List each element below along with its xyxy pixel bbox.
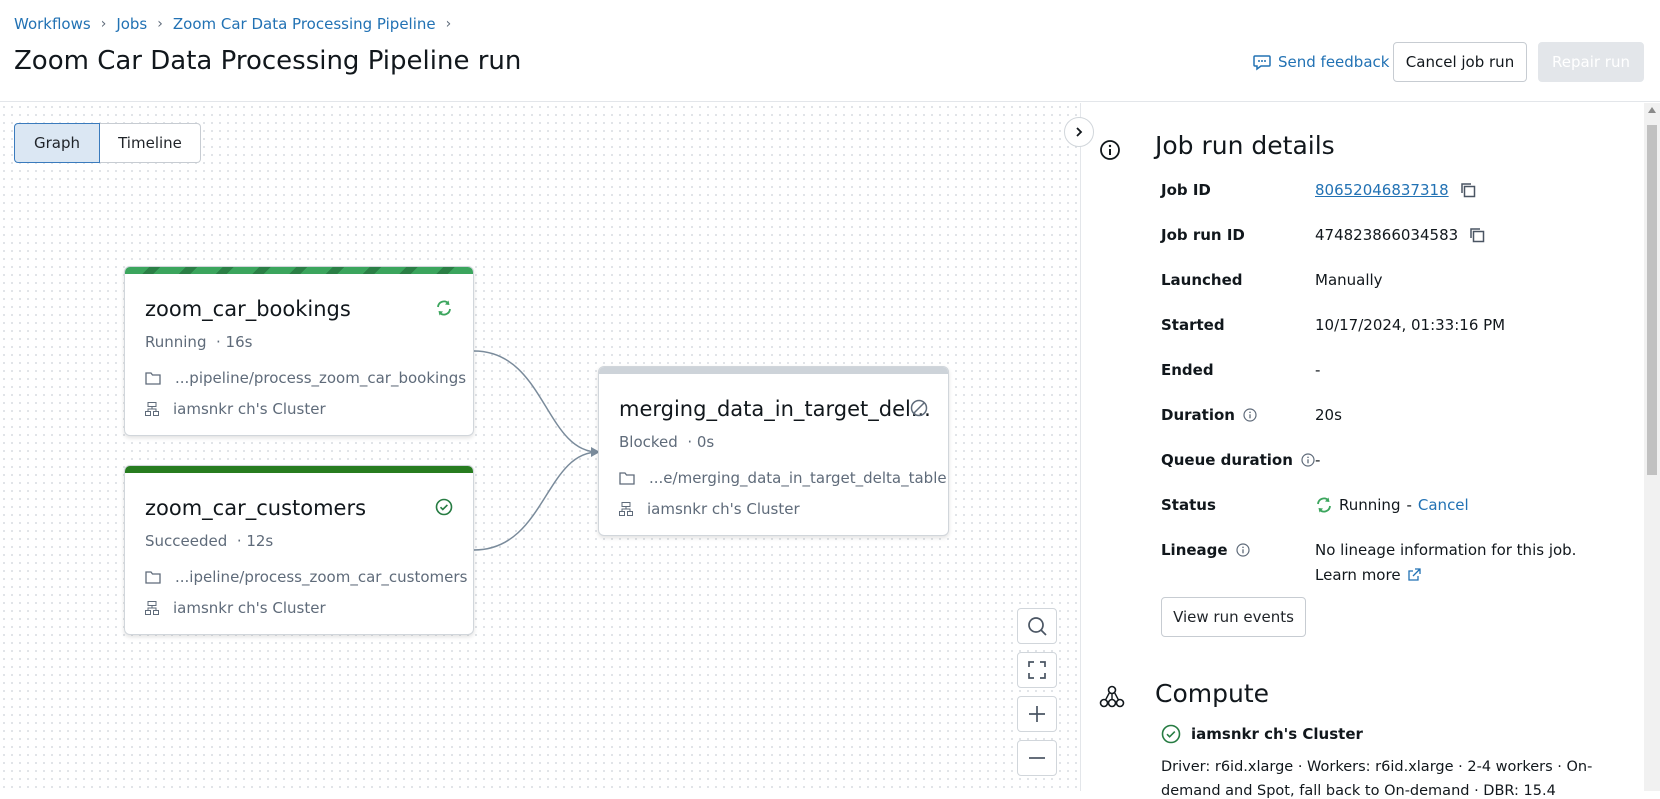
success-bar (125, 466, 473, 473)
task-cluster: iamsnkr ch's Cluster (145, 599, 326, 617)
task-notebook-path: ...e/merging_data_in_target_delta_table (619, 469, 947, 487)
task-status: Blocked · 0s (619, 433, 715, 451)
task-name: zoom_car_bookings (145, 297, 351, 321)
task-node-customers[interactable]: zoom_car_customers Succeeded · 12s ...ip… (124, 465, 474, 635)
task-cluster: iamsnkr ch's Cluster (145, 400, 326, 418)
task-status: Succeeded · 12s (145, 532, 274, 550)
task-notebook-path: ...ipeline/process_zoom_car_customers (145, 568, 467, 586)
run-details-panel: Job run details Job ID 80652046837318 Jo… (1080, 103, 1644, 799)
blocked-bar (599, 367, 948, 374)
cluster-icon (145, 601, 159, 615)
speech-bubble-icon (1253, 55, 1271, 71)
breadcrumb-job[interactable]: Zoom Car Data Processing Pipeline (173, 15, 436, 33)
edge-customers-to-merge (473, 451, 599, 551)
zoom-in-button[interactable] (1017, 696, 1057, 732)
cluster-icon (619, 502, 633, 516)
check-circle-icon (1161, 724, 1181, 744)
task-node-merging[interactable]: merging_data_in_target_del... Blocked · … (598, 366, 949, 536)
copy-icon[interactable] (1459, 181, 1477, 199)
search-icon (1028, 617, 1047, 636)
learn-more-link[interactable]: Learn more (1315, 566, 1421, 584)
fit-screen-icon (1028, 661, 1046, 679)
cluster-icon (145, 402, 159, 416)
breadcrumb-workflows[interactable]: Workflows (14, 15, 91, 33)
edge-bookings-to-merge (473, 350, 599, 453)
minus-icon (1029, 757, 1045, 759)
scroll-up-arrow[interactable] (1648, 107, 1656, 113)
copy-icon[interactable] (1468, 226, 1486, 244)
chevron-right-icon (1076, 127, 1083, 137)
job-run-details-title: Job run details (1155, 131, 1335, 160)
folder-icon (145, 372, 161, 385)
search-graph-button[interactable] (1017, 608, 1057, 644)
running-sync-icon (1317, 497, 1331, 513)
send-feedback-label: Send feedback (1278, 53, 1390, 71)
chevron-right-icon: › (445, 16, 452, 32)
cancel-job-run-button[interactable]: Cancel job run (1393, 42, 1527, 82)
repair-run-button[interactable]: Repair run (1538, 42, 1644, 82)
task-status: Running · 16s (145, 333, 253, 351)
info-icon[interactable] (1235, 543, 1250, 557)
breadcrumb-jobs[interactable]: Jobs (116, 15, 147, 33)
blocked-icon (910, 399, 928, 417)
folder-icon (619, 472, 635, 485)
folder-icon (145, 571, 161, 584)
breadcrumb: Workflows › Jobs › Zoom Car Data Process… (14, 15, 461, 33)
scrollbar-thumb[interactable] (1647, 125, 1657, 475)
task-name: zoom_car_customers (145, 496, 367, 520)
panel-scrollbar[interactable] (1644, 103, 1660, 791)
job-id-link[interactable]: 80652046837318 (1315, 181, 1449, 199)
send-feedback-link[interactable]: Send feedback (1252, 52, 1389, 72)
running-sync-icon (437, 300, 451, 316)
view-run-events-button[interactable]: View run events (1161, 597, 1306, 637)
compute-cluster-icon (1099, 685, 1125, 708)
compute-title: Compute (1155, 679, 1270, 708)
running-progress-bar (125, 267, 473, 274)
compute-cluster-name[interactable]: iamsnkr ch's Cluster (1191, 725, 1363, 743)
page-header: Workflows › Jobs › Zoom Car Data Process… (0, 0, 1660, 102)
chevron-right-icon: › (100, 16, 107, 32)
fit-view-button[interactable] (1017, 652, 1057, 688)
info-icon (1100, 140, 1120, 160)
task-node-bookings[interactable]: zoom_car_bookings Running · 16s ...pipel… (124, 266, 474, 436)
info-icon[interactable] (1301, 453, 1315, 467)
plus-icon (1029, 706, 1045, 722)
check-circle-icon (435, 498, 453, 516)
chevron-right-icon: › (157, 16, 163, 32)
cancel-run-link[interactable]: Cancel (1418, 496, 1469, 514)
task-notebook-path: ...pipeline/process_zoom_car_bookings (145, 369, 466, 387)
zoom-out-button[interactable] (1017, 740, 1057, 776)
external-link-icon (1407, 568, 1421, 581)
info-icon[interactable] (1243, 408, 1257, 422)
task-name: merging_data_in_target_del... (619, 397, 931, 421)
task-cluster: iamsnkr ch's Cluster (619, 500, 800, 518)
page-title: Zoom Car Data Processing Pipeline run (14, 46, 522, 76)
collapse-panel-button[interactable] (1064, 117, 1094, 147)
graph-canvas[interactable]: Graph Timeline zoom_car_bookings Running… (0, 103, 1080, 791)
